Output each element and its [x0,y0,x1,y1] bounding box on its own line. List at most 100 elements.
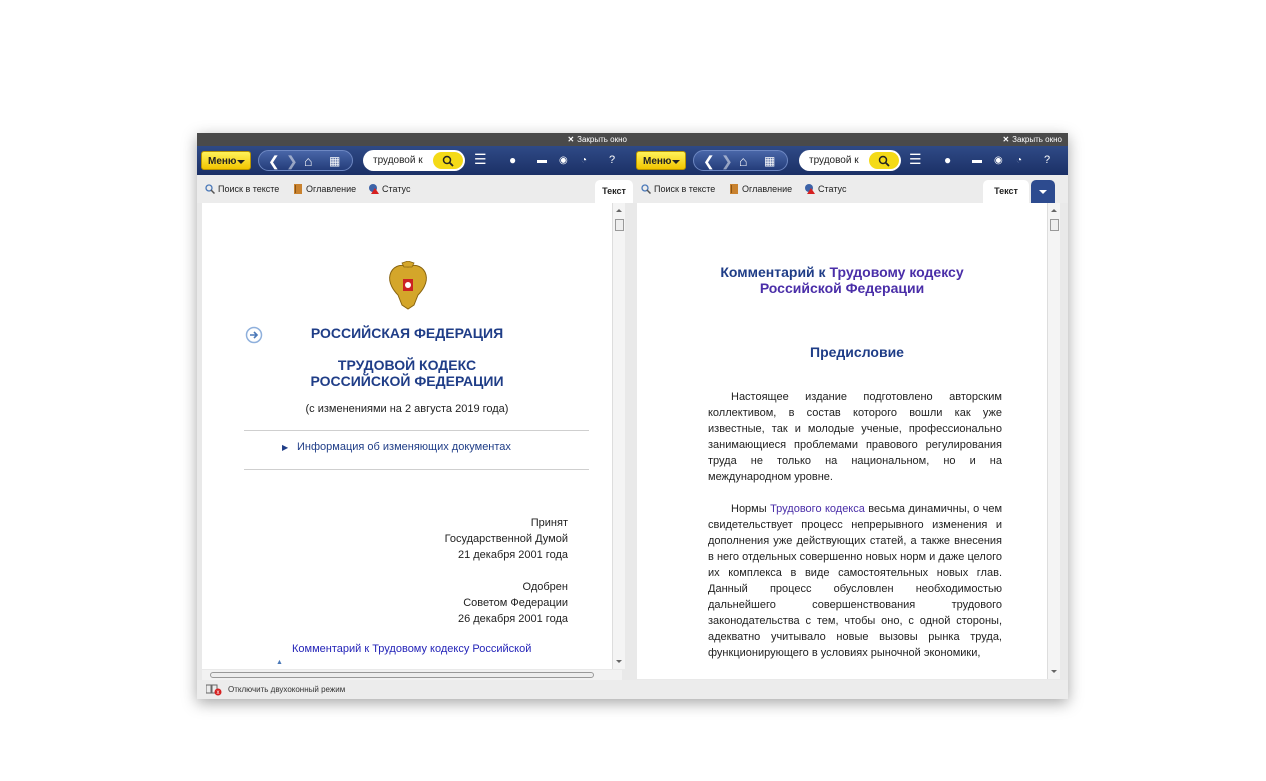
user-icon[interactable]: ● [944,153,951,167]
approved-line-2: Советом Федерации [463,597,568,609]
tab-text[interactable]: Текст [595,180,633,203]
tab-status[interactable]: Статус [369,183,410,195]
left-pane: ✕Закрыть окно Меню ❮ ❯ ⌂ ▦ ☰ ● ▬ ◉ ◔ ? [197,133,633,680]
grid-icon[interactable]: ▦ [329,153,340,169]
search-button[interactable] [869,152,899,169]
list-menu-icon[interactable]: ☰ [909,152,922,166]
list-menu-icon[interactable]: ☰ [474,152,487,166]
clock-icon[interactable]: ◉ [994,154,1003,168]
dual-window-toggle-icon[interactable]: x [206,684,222,696]
adopted-line-3: 21 декабря 2001 года [457,549,568,561]
folder-icon[interactable]: ▬ [972,154,982,168]
status-warning-icon [369,184,379,194]
menu-label: Меню [208,156,237,167]
preface-paragraph-1: Настоящее издание подготовлено авторским… [708,391,1002,483]
tab-text[interactable]: Текст [983,180,1029,203]
close-icon[interactable]: ✕ [567,135,574,144]
close-icon[interactable]: ✕ [1002,135,1009,144]
up-arrow-icon[interactable]: ▲ [276,659,283,666]
tab-contents[interactable]: Оглавление [293,183,356,195]
search-input[interactable] [373,153,429,168]
svg-text:x: x [217,690,220,696]
document-view-right: Комментарий к Трудовому кодексу Российск… [637,203,1047,679]
chevron-down-icon [672,160,680,164]
menu-button[interactable]: Меню [636,151,686,170]
user-icon[interactable]: ● [509,153,516,167]
toggle-dual-mode-link[interactable]: Отключить двухоконный режим [228,680,345,699]
title-code-link[interactable]: Трудовому кодексу [829,264,963,280]
scroll-up-icon[interactable] [1051,209,1057,212]
folder-icon[interactable]: ▬ [537,154,547,168]
preface-paragraph-2: Нормы Трудового кодекса весьма динамичны… [708,501,1002,661]
book-icon [730,184,738,194]
close-bar-left: ✕ Закрыть окно [197,133,633,146]
home-icon[interactable]: ⌂ [304,153,312,169]
tab-search-in-text[interactable]: Поиск в тексте [205,183,279,195]
approved-line-1: Одобрен [522,581,568,593]
grid-icon[interactable]: ▦ [764,153,775,169]
status-bar: x Отключить двухоконный режим [197,680,1068,699]
hscroll-thumb[interactable] [210,672,594,678]
tab-status[interactable]: Статус [805,183,846,195]
vertical-scrollbar-right[interactable] [1047,203,1060,679]
scroll-thumb[interactable] [1050,219,1059,231]
adopted-line-2: Государственной Думой [444,533,568,545]
scroll-down-icon[interactable] [616,660,622,663]
para2-start: Нормы [731,503,771,515]
clock-icon[interactable]: ◉ [559,154,568,168]
tabs-row-right: Поиск в тексте Оглавление Статус Текст [633,175,1068,203]
search-box [363,150,465,171]
magnifier-icon [205,184,215,194]
scroll-up-icon[interactable] [616,209,622,212]
vertical-scrollbar-left[interactable] [612,203,625,669]
tab-contents[interactable]: Оглавление [729,183,792,195]
tab-contents-label: Оглавление [742,184,793,194]
preface-heading: Предисловие [810,344,904,360]
approved-line-3: 26 декабря 2001 года [457,613,568,625]
help-icon[interactable]: ? [609,153,615,167]
commentary-link[interactable]: Комментарий к Трудовому кодексу Российск… [292,643,531,655]
tab-search-label: Поиск в тексте [654,184,716,194]
document-view-left: РОССИЙСКАЯ ФЕДЕРАЦИЯ ТРУДОВОЙ КОДЕКС РОС… [202,203,612,669]
home-icon[interactable]: ⌂ [739,153,747,169]
heading-labor-code: ТРУДОВОЙ КОДЕКС РОССИЙСКОЙ ФЕДЕРАЦИИ [310,357,504,389]
close-window-link[interactable]: Закрыть окно [577,135,627,144]
forward-arrow-icon[interactable]: ❯ [286,153,298,169]
help-icon[interactable]: ? [1044,153,1050,167]
tab-search-label: Поиск в тексте [218,184,280,194]
amendment-date: (с изменениями на 2 августа 2019 года) [305,403,509,415]
title-line-2[interactable]: Российской Федерации [760,280,924,296]
divider [244,469,589,470]
search-input[interactable] [809,153,865,168]
search-icon [442,155,454,167]
back-arrow-icon[interactable]: ❮ [268,153,280,169]
tabs-row-left: Поиск в тексте Оглавление Статус Текст [197,175,633,203]
back-arrow-icon[interactable]: ❮ [703,153,715,169]
adopted-block: Принят Государственной Думой 21 декабря … [445,515,568,563]
close-window-link[interactable]: Закрыть окно [1012,135,1062,144]
tab-status-label: Статус [818,184,847,194]
search-button[interactable] [433,152,463,169]
app-window: ✕Закрыть окно Меню ❮ ❯ ⌂ ▦ ☰ ● ▬ ◉ ◔ ? [197,133,1068,699]
history-icon[interactable]: ◔ [581,154,587,168]
tab-status-label: Статус [382,184,411,194]
title-prefix: Комментарий к [720,264,830,280]
forward-arrow-icon[interactable]: ❯ [721,153,733,169]
scroll-down-icon[interactable] [1051,670,1057,673]
close-bar-right: ✕ Закрыть окно [633,133,1068,146]
tab-contents-label: Оглавление [306,184,357,194]
search-box [799,150,901,171]
info-documents-link[interactable]: Информация об изменяющих документах [297,441,511,453]
menu-button[interactable]: Меню [201,151,251,170]
tab-search-in-text[interactable]: Поиск в тексте [641,183,715,195]
scroll-thumb[interactable] [615,219,624,231]
menu-label: Меню [643,156,672,167]
heading-russian-federation: РОССИЙСКАЯ ФЕДЕРАЦИЯ [310,325,504,341]
commentary-title: Комментарий к Трудовому кодексу Российск… [637,264,1047,296]
labor-code-link[interactable]: Трудового кодекса [770,503,865,515]
history-icon[interactable]: ◔ [1016,154,1022,168]
horizontal-scrollbar[interactable] [202,670,622,680]
book-icon [294,184,302,194]
tab-dropdown-button[interactable] [1031,180,1055,203]
toolbar-right: Меню ❮ ❯ ⌂ ▦ ☰ ● ▬ ◉ ◔ ? [633,146,1068,175]
